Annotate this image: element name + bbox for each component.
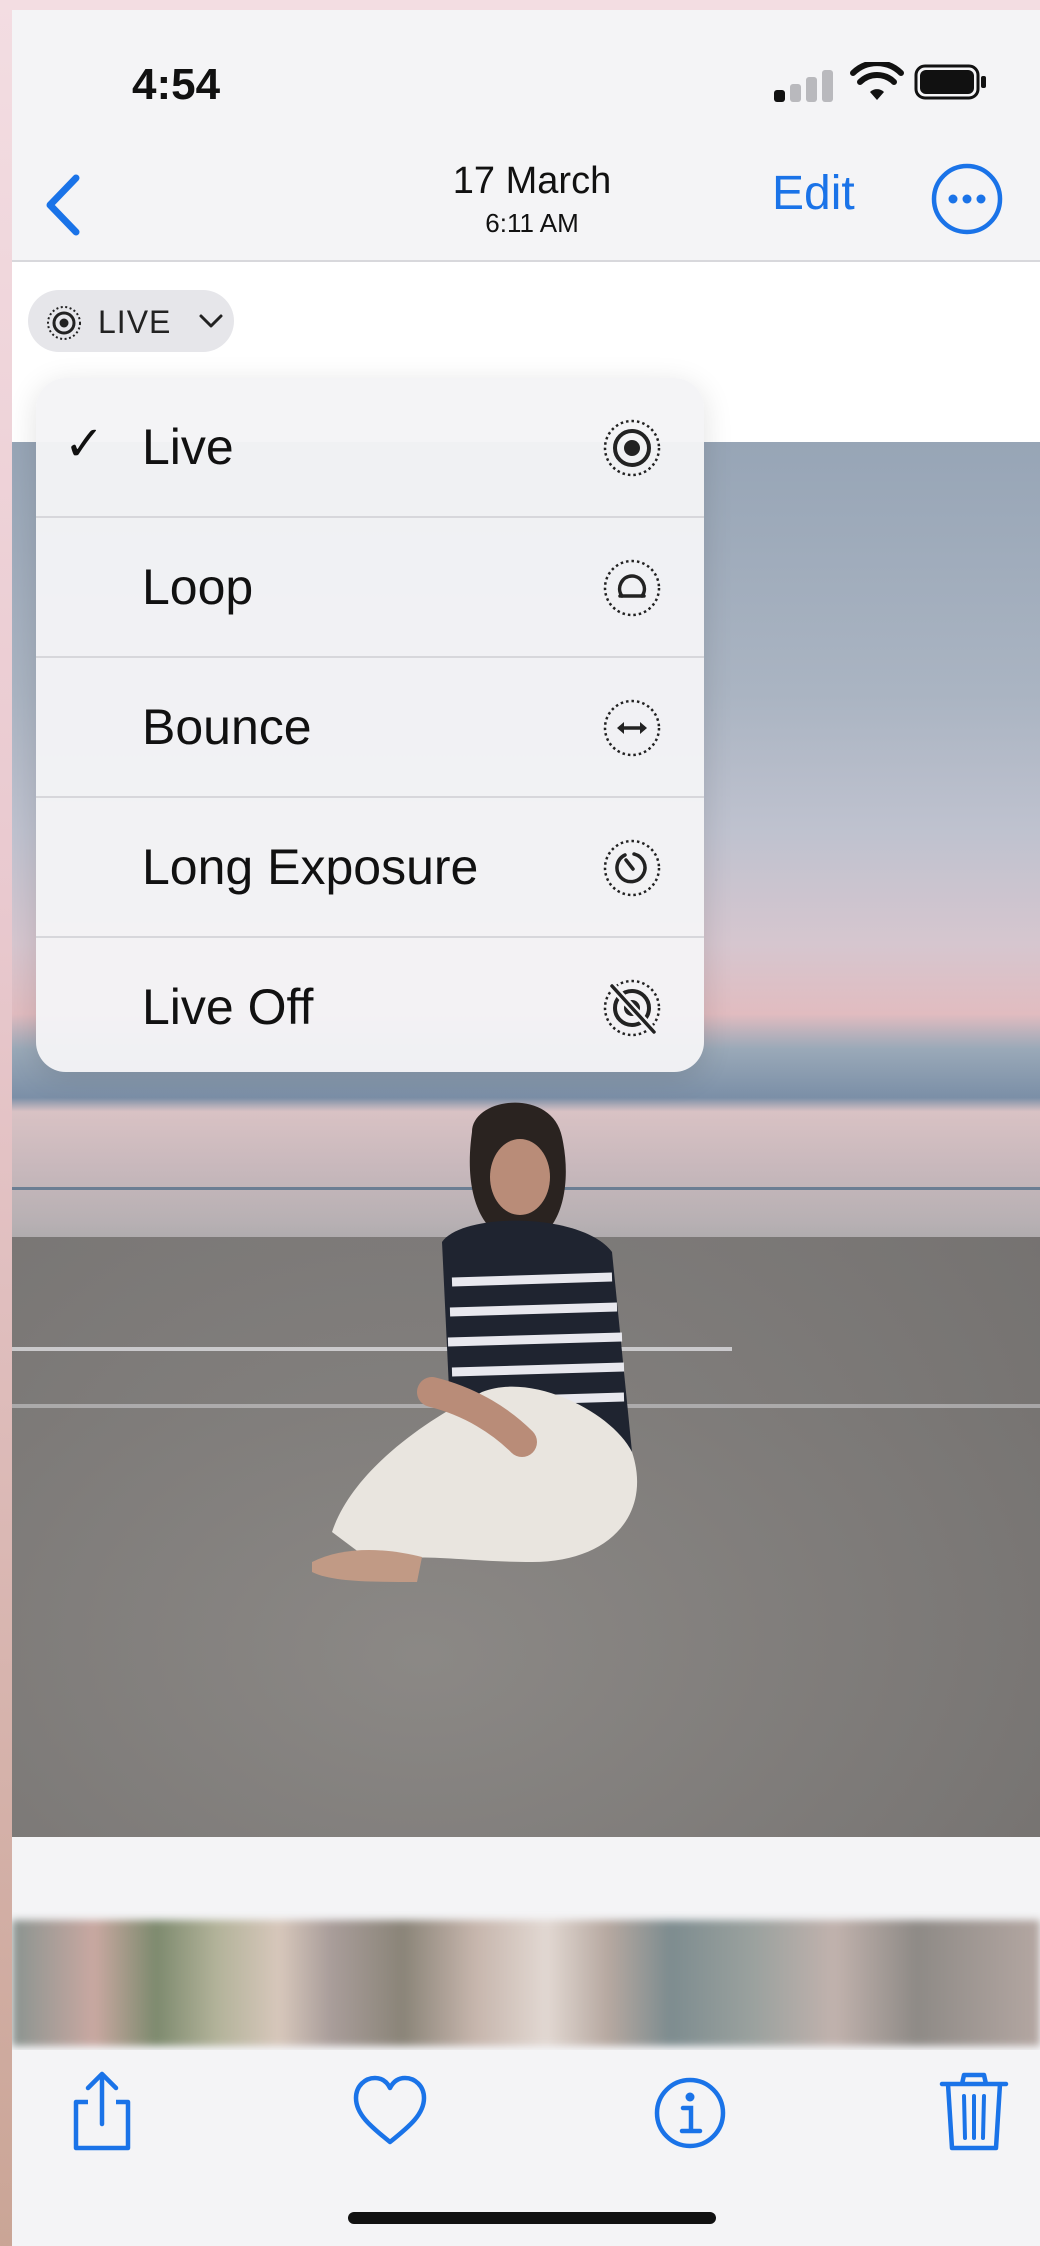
live-icon — [603, 419, 661, 477]
cellular-signal-icon — [774, 68, 838, 102]
menu-item-loop[interactable]: Loop — [36, 518, 704, 658]
thumbnail-images — [12, 1920, 1040, 2046]
navigation-bar: 17 March 6:11 AM Edit — [12, 140, 1040, 262]
live-icon — [47, 306, 81, 340]
menu-item-label: Bounce — [142, 699, 312, 755]
live-mode-button[interactable]: LIVE — [28, 290, 234, 352]
battery-icon — [914, 64, 986, 100]
info-icon[interactable] — [650, 2068, 730, 2154]
trash-icon[interactable] — [934, 2068, 1014, 2154]
bounce-icon — [603, 699, 661, 757]
edit-button[interactable]: Edit — [772, 166, 855, 221]
share-icon[interactable] — [62, 2068, 142, 2154]
menu-item-long-exposure[interactable]: Long Exposure — [36, 798, 704, 938]
photo-date: 17 March — [452, 160, 612, 202]
wifi-icon — [850, 62, 904, 100]
menu-item-live-off[interactable]: Live Off — [36, 938, 704, 1072]
live-off-icon — [603, 979, 661, 1037]
thumbnail-strip[interactable] — [12, 1900, 1040, 2060]
live-mode-label: LIVE — [98, 304, 172, 340]
menu-item-label: Live Off — [142, 979, 314, 1035]
long-exposure-icon — [603, 839, 661, 897]
home-indicator[interactable] — [348, 2212, 716, 2224]
menu-item-live[interactable]: ✓ Live — [36, 378, 704, 518]
live-mode-menu: ✓ Live Loop Bounce Long Exposure Live Of… — [36, 378, 704, 1072]
person-figure — [312, 1102, 638, 1582]
checkmark-icon: ✓ — [64, 418, 105, 471]
photo-time: 6:11 AM — [485, 208, 579, 238]
menu-item-bounce[interactable]: Bounce — [36, 658, 704, 798]
heart-icon[interactable] — [350, 2068, 430, 2154]
chevron-down-icon — [199, 314, 223, 328]
menu-item-label: Long Exposure — [142, 839, 479, 895]
menu-item-label: Loop — [142, 559, 254, 615]
loop-icon — [603, 559, 661, 617]
status-time: 4:54 — [132, 60, 221, 109]
photo-viewer-screen: 4:54 17 March 6:11 AM Edit LIVE ✓ Live L… — [12, 10, 1040, 2246]
menu-item-label: Live — [142, 419, 234, 475]
more-options-icon[interactable] — [930, 162, 1004, 236]
